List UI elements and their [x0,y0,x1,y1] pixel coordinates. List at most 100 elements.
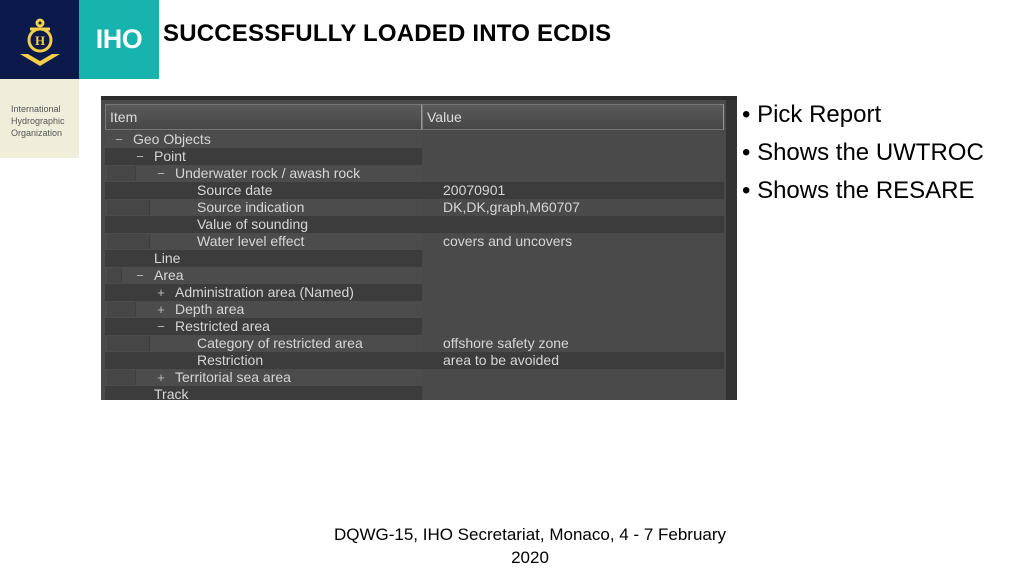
tree-guide [135,234,150,249]
tree-item-label: Source date [197,182,273,198]
tree-row[interactable]: Value of sounding [105,216,724,233]
expand-icon[interactable]: + [155,301,167,318]
iho-emblem-tile: H [0,0,79,79]
tree-row[interactable]: − Geo Objects [105,131,724,148]
tree-guide [107,370,122,385]
pick-report-header: Item Value [105,104,724,130]
collapse-icon[interactable]: − [113,131,125,148]
tree-item-cell: − Underwater rock / awash rock [105,165,422,182]
tree-value-cell [422,250,724,267]
tree-guide [107,268,122,283]
tree-value-cell [422,267,724,284]
tree-item-label: Territorial sea area [175,369,291,385]
iho-org-name-tile: International Hydrographic Organization [0,79,79,158]
tree-item-cell: − Geo Objects [105,131,422,148]
tree-guide [135,200,150,215]
tree-row[interactable]: − Point [105,148,724,165]
tree-guide [107,302,122,317]
tree-item-label: Point [154,148,186,164]
tree-item-cell: + Territorial sea area [105,369,422,386]
tree-row[interactable]: Track [105,386,724,400]
pick-report-panel: Item Value − Geo Objects − Point − Underwater… [101,96,737,400]
vertical-scrollbar[interactable] [726,100,737,400]
tree-row[interactable]: + Depth area [105,301,724,318]
tree-item-cell: + Depth area [105,301,422,318]
tree-guide [107,166,122,181]
tree-value-cell [422,216,724,233]
tree-guide [107,336,122,351]
tree-row[interactable]: + Territorial sea area [105,369,724,386]
tree-value-cell: offshore safety zone [443,335,569,351]
svg-text:H: H [34,33,44,48]
tree-item-cell: − Area [105,267,422,284]
tree-row[interactable]: Line [105,250,724,267]
tree-row[interactable]: Category of restricted area offshore safe… [105,335,724,352]
slide-title: SUCCESSFULLY LOADED INTO ECDIS [163,20,612,47]
tree-value-cell: DK,DK,graph,M60707 [443,199,580,215]
iho-wordmark: IHO [79,0,159,79]
tree-value-cell [422,284,724,301]
tree-item-label: Administration area (Named) [175,284,354,300]
tree-item-label: Water level effect [197,233,305,249]
tree-row[interactable]: Source date 20070901 [105,182,724,199]
tree-value-cell [422,318,724,335]
tree-value-cell [422,131,724,148]
tree-guide [121,200,136,215]
tree-item-label: Source indication [197,199,305,215]
bullet-item: Shows the RESARE [742,172,984,210]
tree-value-cell [422,386,724,400]
tree-item-cell: Source indication [105,199,422,216]
tree-row[interactable]: Restriction area to be avoided [105,352,724,369]
tree-row[interactable]: − Underwater rock / awash rock [105,165,724,182]
tree-item-label: Track [154,386,189,400]
tree-item-label: Geo Objects [133,131,211,147]
tree-value-cell [422,148,724,165]
tree-row[interactable]: + Administration area (Named) [105,284,724,301]
column-header-item[interactable]: Item [105,104,422,130]
tree-value-cell [422,165,724,182]
tree-item-cell: − Point [105,148,422,165]
bullet-item: Pick Report [742,96,984,134]
tree-value-cell: covers and uncovers [443,233,573,249]
collapse-icon[interactable]: − [155,165,167,182]
tree-value-cell: area to be avoided [422,352,724,369]
tree-item-cell: Water level effect [105,233,422,250]
tree-guide [121,370,136,385]
tree-guide [121,234,136,249]
expand-icon[interactable]: + [155,284,167,301]
tree-guide [121,302,136,317]
column-header-value[interactable]: Value [422,104,724,130]
bullet-item: Shows the UWTROC [742,134,984,172]
tree-value-cell [422,301,724,318]
tree-item-label: Area [154,267,184,283]
collapse-icon[interactable]: − [134,148,146,165]
tree-item-label: Depth area [175,301,245,317]
tree-value-cell [422,369,724,386]
tree-item-label: Restriction [197,352,264,368]
tree-item-label: Underwater rock / awash rock [175,165,361,181]
collapse-icon[interactable]: − [134,267,146,284]
tree-item-label: Category of restricted area [197,335,363,351]
collapse-icon[interactable]: − [155,318,167,335]
slide-footer: DQWG-15, IHO Secretariat, Monaco, 4 - 7 … [333,525,727,567]
org-name: International Hydrographic Organization [11,104,65,138]
tree-guide [107,234,122,249]
tree-guide [121,336,136,351]
anchor-emblem-icon: H [19,18,60,66]
tree-row[interactable]: − Restricted area [105,318,724,335]
tree-guide [107,200,122,215]
expand-icon[interactable]: + [155,369,167,386]
tree-item-cell: Track [105,386,422,400]
tree-row[interactable]: Source indication DK,DK,graph,M60707 [105,199,724,216]
tree-item-cell: + Administration area (Named) [105,284,422,301]
tree-item-cell: Restriction [105,352,422,369]
tree-item-cell: Value of sounding [105,216,422,233]
tree-item-cell: Category of restricted area [105,335,422,352]
tree-item-label: Line [154,250,181,266]
tree-row[interactable]: Water level effect covers and uncovers [105,233,724,250]
tree-item-cell: Source date [105,182,422,199]
tree-row[interactable]: − Area [105,267,724,284]
tree-value-cell: 20070901 [422,182,724,199]
pick-report-tree: − Geo Objects − Point − Underwater rock / awa… [105,131,724,400]
tree-guide [135,336,150,351]
